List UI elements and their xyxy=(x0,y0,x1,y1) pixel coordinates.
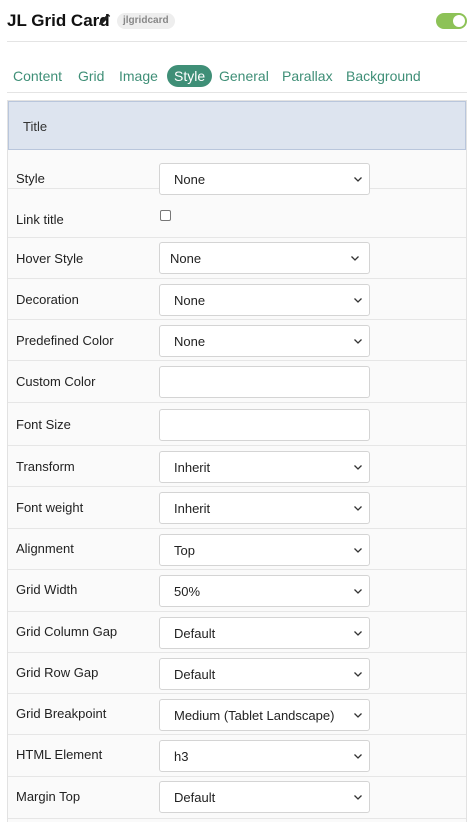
chevron-down-icon xyxy=(354,177,362,182)
select-value: 50% xyxy=(174,584,201,599)
field-row-font-size: Font Size xyxy=(8,403,466,446)
hover-style-select[interactable]: None xyxy=(159,242,370,274)
toggle-knob xyxy=(453,15,465,27)
field-label: Margin Top xyxy=(16,789,81,804)
field-row-predefined-color: Predefined Color None xyxy=(8,320,466,361)
field-label: Font weight xyxy=(16,500,84,515)
field-label: Grid Breakpoint xyxy=(16,706,107,721)
field-row-transform: Transform Inherit xyxy=(8,446,466,487)
predefined-color-select[interactable]: None xyxy=(159,325,370,357)
tab-image[interactable]: Image xyxy=(119,65,158,87)
tab-general[interactable]: General xyxy=(219,65,269,87)
select-value: Inherit xyxy=(174,460,211,475)
chevron-down-icon xyxy=(354,339,362,344)
field-row-grid-width: Grid Width 50% xyxy=(8,570,466,612)
transform-select[interactable]: Inherit xyxy=(159,451,370,483)
chevron-down-icon xyxy=(354,795,362,800)
chevron-down-icon xyxy=(351,256,359,261)
module-header: JL Grid Card jlgridcard xyxy=(0,0,474,42)
tab-grid[interactable]: Grid xyxy=(78,65,104,87)
tab-bar: Content Grid Image Style General Paralla… xyxy=(7,63,467,93)
grid-breakpoint-select[interactable]: Medium (Tablet Landscape) xyxy=(159,699,370,731)
enable-toggle[interactable] xyxy=(436,13,467,29)
tab-content[interactable]: Content xyxy=(13,65,62,87)
field-row-grid-row-gap: Grid Row Gap Default xyxy=(8,653,466,694)
tab-background[interactable]: Background xyxy=(346,65,421,87)
field-label: Decoration xyxy=(16,292,79,307)
select-value: Default xyxy=(174,790,216,805)
field-label: Font Size xyxy=(16,417,71,432)
chevron-down-icon xyxy=(354,631,362,636)
pencil-icon[interactable] xyxy=(97,13,111,27)
grid-column-gap-select[interactable]: Default xyxy=(159,617,370,649)
select-value: Medium (Tablet Landscape) xyxy=(174,708,335,723)
select-value: None xyxy=(170,251,202,266)
field-row-alignment: Alignment Top xyxy=(8,529,466,570)
select-value: Default xyxy=(174,626,216,641)
section-header[interactable]: Title xyxy=(8,101,466,150)
field-row-grid-column-gap: Grid Column Gap Default xyxy=(8,612,466,653)
field-row-grid-breakpoint: Grid Breakpoint Medium (Tablet Landscape… xyxy=(8,694,466,735)
field-label: Link title xyxy=(16,212,64,227)
field-row-font-weight: Font weight Inherit xyxy=(8,487,466,529)
field-row-style: Style None xyxy=(8,150,466,195)
font-weight-select[interactable]: Inherit xyxy=(159,492,370,524)
field-label: Alignment xyxy=(16,541,74,556)
chevron-down-icon xyxy=(354,298,362,303)
chevron-down-icon xyxy=(354,465,362,470)
decoration-select[interactable]: None xyxy=(159,284,370,316)
module-type-badge: jlgridcard xyxy=(117,13,175,29)
field-label: Grid Row Gap xyxy=(16,665,99,680)
select-value: Top xyxy=(174,543,195,558)
field-row-margin-top: Margin Top Default xyxy=(8,777,466,819)
chevron-down-icon xyxy=(354,754,362,759)
select-value: Inherit xyxy=(174,501,211,516)
field-row-decoration: Decoration None xyxy=(8,279,466,320)
chevron-down-icon xyxy=(354,589,362,594)
chevron-down-icon xyxy=(354,506,362,511)
chevron-down-icon xyxy=(354,548,362,553)
grid-width-select[interactable]: 50% xyxy=(159,575,370,607)
header-divider xyxy=(7,41,467,42)
grid-row-gap-select[interactable]: Default xyxy=(159,658,370,690)
select-value: None xyxy=(174,293,206,308)
html-element-select[interactable]: h3 xyxy=(159,740,370,772)
chevron-down-icon xyxy=(354,672,362,677)
field-label: Predefined Color xyxy=(16,333,114,348)
tab-parallax[interactable]: Parallax xyxy=(282,65,333,87)
link-title-checkbox[interactable] xyxy=(160,210,171,221)
custom-color-input[interactable] xyxy=(159,366,370,398)
field-row-hover-style: Hover Style None xyxy=(8,238,466,279)
font-size-input[interactable] xyxy=(159,409,370,441)
tab-style[interactable]: Style xyxy=(167,65,213,87)
field-label: Style xyxy=(16,171,45,186)
field-label: HTML Element xyxy=(16,747,103,762)
field-label: Custom Color xyxy=(16,374,96,389)
field-row-custom-color: Custom Color xyxy=(8,361,466,403)
style-panel: Title Style None Link title Hover Style … xyxy=(7,100,467,822)
chevron-down-icon xyxy=(354,713,362,718)
select-value: Default xyxy=(174,667,216,682)
field-label: Transform xyxy=(16,459,75,474)
margin-top-select[interactable]: Default xyxy=(159,781,370,813)
field-label: Grid Width xyxy=(16,582,78,597)
field-label: Hover Style xyxy=(16,251,84,266)
tabs-divider xyxy=(7,92,467,93)
select-value: None xyxy=(174,172,206,187)
select-value: None xyxy=(174,334,206,349)
field-label: Grid Column Gap xyxy=(16,624,118,639)
field-row-link-title: Link title xyxy=(8,189,466,238)
field-row-html-element: HTML Element h3 xyxy=(8,735,466,777)
module-title: JL Grid Card xyxy=(7,11,110,30)
section-title: Title xyxy=(23,119,48,134)
alignment-select[interactable]: Top xyxy=(159,534,370,566)
select-value: h3 xyxy=(174,749,189,764)
